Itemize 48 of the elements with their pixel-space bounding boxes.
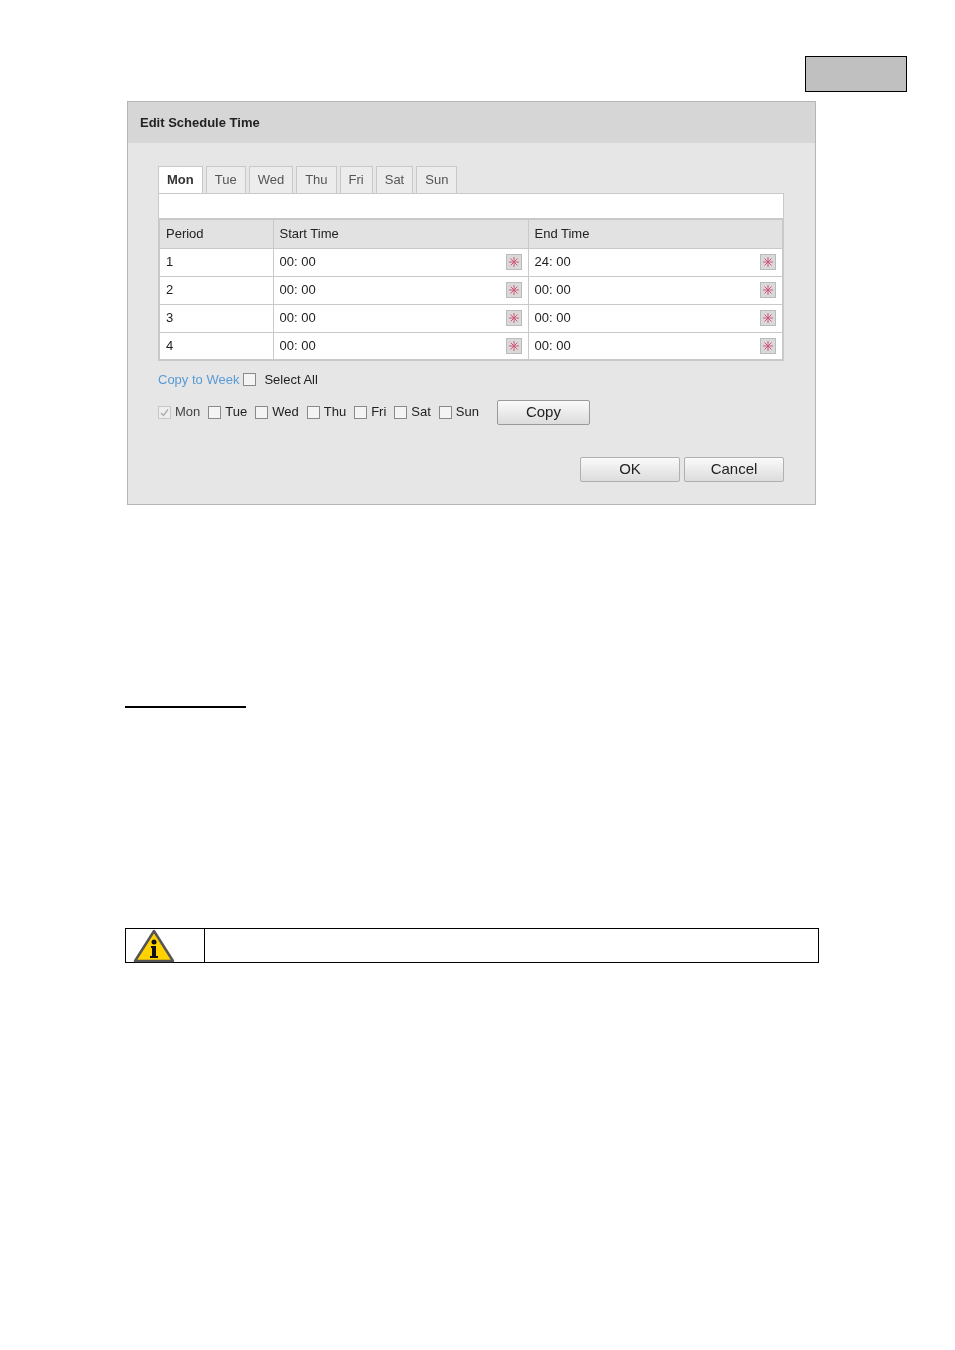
dialog-title: Edit Schedule Time (140, 113, 260, 132)
checkbox[interactable] (306, 405, 320, 419)
column-header: Start Time (273, 219, 528, 248)
day-tab[interactable]: Mon (158, 166, 203, 193)
table-cell: 3 (159, 304, 273, 332)
start-time-value[interactable]: 00: 00 (279, 336, 316, 356)
end-time-value[interactable]: 00: 00 (534, 280, 571, 300)
info-warning-icon (133, 928, 175, 963)
day-tab[interactable]: Sun (416, 166, 458, 193)
day-label: Mon (175, 403, 201, 422)
table-cell: 1 (159, 248, 273, 276)
end-time-value[interactable]: 00: 00 (534, 336, 571, 356)
checkbox[interactable] (394, 405, 408, 419)
start-time-value[interactable]: 00: 00 (279, 308, 316, 328)
clock-icon[interactable] (760, 282, 776, 298)
clock-icon[interactable] (505, 310, 522, 326)
day-tab[interactable]: Fri (339, 166, 373, 193)
day-label: Thu (323, 403, 347, 422)
start-time-value[interactable]: 00: 00 (279, 252, 316, 272)
checkbox[interactable] (208, 405, 222, 419)
end-time-value[interactable]: 00: 00 (534, 308, 571, 328)
clock-icon[interactable] (505, 337, 522, 354)
checkbox[interactable] (243, 373, 257, 387)
day-tab[interactable]: Tue (205, 166, 246, 193)
clock-icon[interactable] (505, 254, 522, 270)
day-tab[interactable]: Sat (375, 166, 414, 193)
day-label: Sun (455, 403, 479, 422)
select-all-label: Select All (264, 371, 318, 389)
clock-icon[interactable] (760, 310, 776, 326)
checkbox[interactable] (255, 405, 269, 419)
day-tab[interactable]: Wed (248, 166, 294, 193)
checkbox[interactable] (438, 405, 452, 419)
day-label: Fri (371, 403, 387, 422)
day-tab[interactable]: Thu (296, 166, 337, 193)
day-label: Tue (225, 403, 248, 422)
checkbox[interactable] (354, 405, 368, 419)
clock-icon[interactable] (760, 254, 776, 270)
clock-icon[interactable] (760, 337, 776, 354)
day-label: Wed (272, 403, 299, 422)
day-label: Sat (411, 403, 431, 422)
start-time-value[interactable]: 00: 00 (279, 280, 316, 300)
copy-button[interactable]: Copy (496, 399, 590, 425)
table-cell: 2 (159, 276, 273, 304)
column-header: Period (159, 219, 273, 248)
ok-button[interactable]: OK (580, 456, 680, 482)
clock-icon[interactable] (505, 282, 522, 298)
cancel-button[interactable]: Cancel (684, 456, 784, 482)
end-time-value[interactable]: 24: 00 (534, 252, 571, 272)
